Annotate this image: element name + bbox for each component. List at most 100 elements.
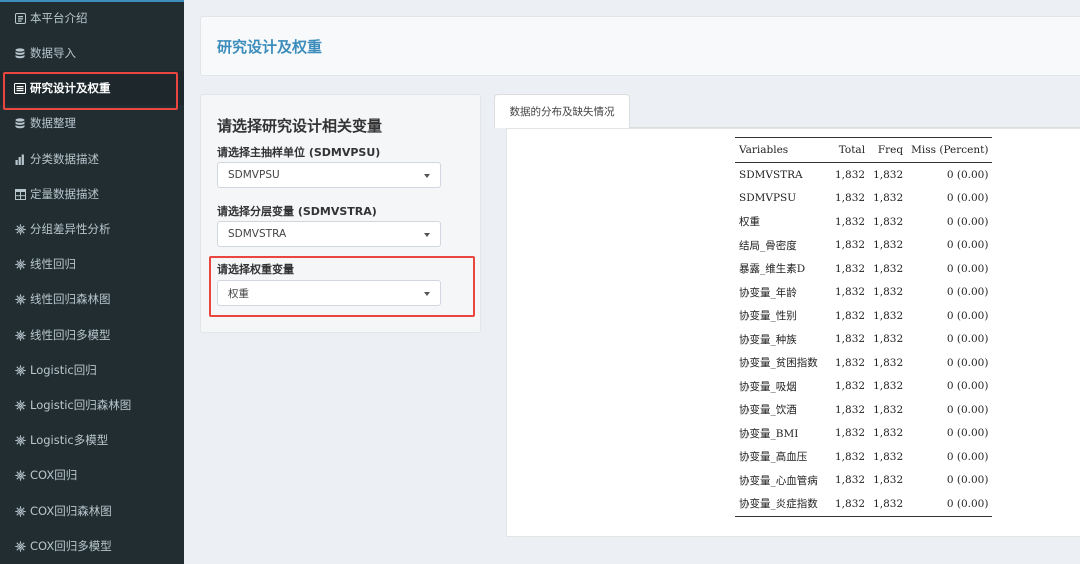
- sidebar-item-label: 定量数据描述: [30, 187, 99, 201]
- table-cell: 1,832: [835, 215, 866, 228]
- design-variables-box: 请选择研究设计相关变量 请选择主抽样单位 (SDMVPSU) SDMVPSU 请…: [200, 94, 481, 333]
- table-cell: 协变量_种族: [739, 333, 797, 346]
- table-cell: 协变量_炎症指数: [739, 498, 818, 511]
- table-cell: 结局_骨密度: [739, 239, 797, 252]
- sidebar-item[interactable]: 本平台介绍: [0, 1, 184, 35]
- main-content: 研究设计及权重 请选择研究设计相关变量 请选择主抽样单位 (SDMVPSU) S…: [184, 0, 1080, 564]
- table-cell: 权重: [739, 216, 760, 229]
- gear-icon: [13, 329, 27, 341]
- table-cell: 1,832: [835, 239, 866, 252]
- sidebar-item[interactable]: Logistic回归森林图: [0, 388, 184, 422]
- sidebar-item[interactable]: COX回归: [0, 458, 184, 492]
- sidebar-item[interactable]: 分类数据描述: [0, 142, 184, 176]
- caret-down-icon: [424, 174, 430, 178]
- table-row: SDMVPSU 1,832 1,832 0 (0.00): [735, 187, 992, 211]
- tab-label: 数据的分布及缺失情况: [509, 106, 615, 118]
- table-row: 协变量_性别 1,832 1,832 0 (0.00): [735, 304, 992, 328]
- info-card-icon: [13, 12, 27, 24]
- sidebar-item[interactable]: Logistic多模型: [0, 423, 184, 457]
- table-cell: 1,832: [835, 450, 866, 463]
- sidebar-item[interactable]: 线性回归多模型: [0, 318, 184, 352]
- list-box-icon: [13, 82, 27, 94]
- sidebar-item-label: 分类数据描述: [30, 152, 99, 166]
- caret-down-icon: [424, 292, 430, 296]
- table-cell: 1,832: [873, 450, 904, 463]
- table-cell: 1,832: [835, 192, 866, 205]
- table-cell: 0 (0.00): [946, 239, 989, 252]
- table-cell: 协变量_吸烟: [739, 380, 797, 393]
- strata-select-value: SDMVSTRA: [228, 228, 287, 240]
- weight-select[interactable]: 权重: [217, 280, 441, 306]
- table-row: 暴露_维生素D 1,832 1,832 0 (0.00): [735, 257, 992, 281]
- table-cell: 0 (0.00): [946, 403, 989, 416]
- psu-label: 请选择主抽样单位 (SDMVPSU): [217, 146, 381, 159]
- table-cell: 1,832: [835, 403, 866, 416]
- sidebar-item-label: Logistic多模型: [30, 433, 109, 447]
- sidebar-item-label: COX回归: [30, 468, 78, 482]
- psu-select[interactable]: SDMVPSU: [217, 162, 441, 188]
- table-cell: 协变量_贫困指数: [739, 357, 818, 370]
- tab-distribution-missing[interactable]: 数据的分布及缺失情况: [494, 94, 630, 128]
- gear-icon: [13, 505, 27, 517]
- sidebar-item[interactable]: 分组差异性分析: [0, 212, 184, 246]
- table-cell: 0 (0.00): [946, 333, 989, 346]
- weight-select-value: 权重: [228, 287, 249, 300]
- table-cell: SDMVPSU: [739, 192, 797, 205]
- sidebar: 本平台介绍 数据导入 研究设计及权重 数据整理 分类数据描述 定量数据描述 分组差异性分析线…: [0, 0, 184, 564]
- table-cell: 1,832: [873, 380, 904, 393]
- table-row: 协变量_吸烟 1,832 1,832 0 (0.00): [735, 375, 992, 399]
- table-cell: 1,832: [873, 286, 904, 299]
- table-cell: 1,832: [835, 356, 866, 369]
- table-row: 协变量_心血管病 1,832 1,832 0 (0.00): [735, 469, 992, 493]
- sidebar-item-label: 数据导入: [30, 46, 76, 60]
- sidebar-item[interactable]: 定量数据描述: [0, 177, 184, 211]
- caret-down-icon: [424, 233, 430, 237]
- sidebar-item[interactable]: 研究设计及权重: [0, 71, 184, 105]
- sidebar-item[interactable]: 线性回归: [0, 247, 184, 281]
- sidebar-item-label: 线性回归多模型: [30, 328, 111, 342]
- table-cell: 1,832: [835, 168, 866, 181]
- table-cell: 1,832: [873, 215, 904, 228]
- table-cell: 协变量_高血压: [739, 451, 808, 464]
- gear-icon: [13, 258, 27, 270]
- table-cell: 0 (0.00): [946, 427, 989, 440]
- table-cell: 1,832: [835, 427, 866, 440]
- database-icon: [13, 117, 27, 129]
- table-cell: 1,832: [873, 309, 904, 322]
- table-cell: 0 (0.00): [946, 474, 989, 487]
- column-header: Variables: [739, 144, 789, 156]
- sidebar-item-label: 本平台介绍: [30, 11, 88, 25]
- table-cell: 0 (0.00): [946, 309, 989, 322]
- missing-summary-table: Variables Total Freq Miss (Percent) SDMV…: [735, 137, 993, 517]
- table-cell: 0 (0.00): [946, 262, 989, 275]
- page-title: 研究设计及权重: [217, 38, 323, 56]
- table-icon: [13, 188, 27, 200]
- column-header: Total: [838, 144, 866, 156]
- box-title: 请选择研究设计相关变量: [217, 117, 383, 135]
- table-cell: 1,832: [873, 262, 904, 275]
- table-cell: 1,832: [873, 333, 904, 346]
- sidebar-item[interactable]: 线性回归森林图: [0, 282, 184, 316]
- sidebar-item-label: COX回归多模型: [30, 539, 112, 553]
- sidebar-item[interactable]: 数据整理: [0, 106, 184, 140]
- table-cell: 0 (0.00): [946, 168, 989, 181]
- sidebar-item[interactable]: 数据导入: [0, 36, 184, 70]
- strata-label: 请选择分层变量 (SDMVSTRA): [217, 205, 377, 218]
- column-header: Freq: [877, 144, 904, 156]
- sidebar-item-label: Logistic回归森林图: [30, 398, 132, 412]
- sidebar-item[interactable]: COX回归森林图: [0, 494, 184, 528]
- gear-icon: [13, 469, 27, 481]
- table-cell: 1,832: [873, 192, 904, 205]
- gear-icon: [13, 540, 27, 552]
- sidebar-item-label: 分组差异性分析: [30, 222, 111, 236]
- table-row: 协变量_BMI 1,832 1,832 0 (0.00): [735, 422, 992, 446]
- strata-select[interactable]: SDMVSTRA: [217, 221, 441, 247]
- table-cell: 协变量_年龄: [739, 286, 797, 299]
- sidebar-item[interactable]: COX回归多模型: [0, 529, 184, 563]
- bar-chart-icon: [13, 154, 27, 165]
- psu-select-value: SDMVPSU: [228, 169, 280, 181]
- table-cell: SDMVSTRA: [739, 168, 803, 181]
- sidebar-item[interactable]: Logistic回归: [0, 353, 184, 387]
- table-cell: 1,832: [873, 356, 904, 369]
- table-row: 结局_骨密度 1,832 1,832 0 (0.00): [735, 234, 992, 258]
